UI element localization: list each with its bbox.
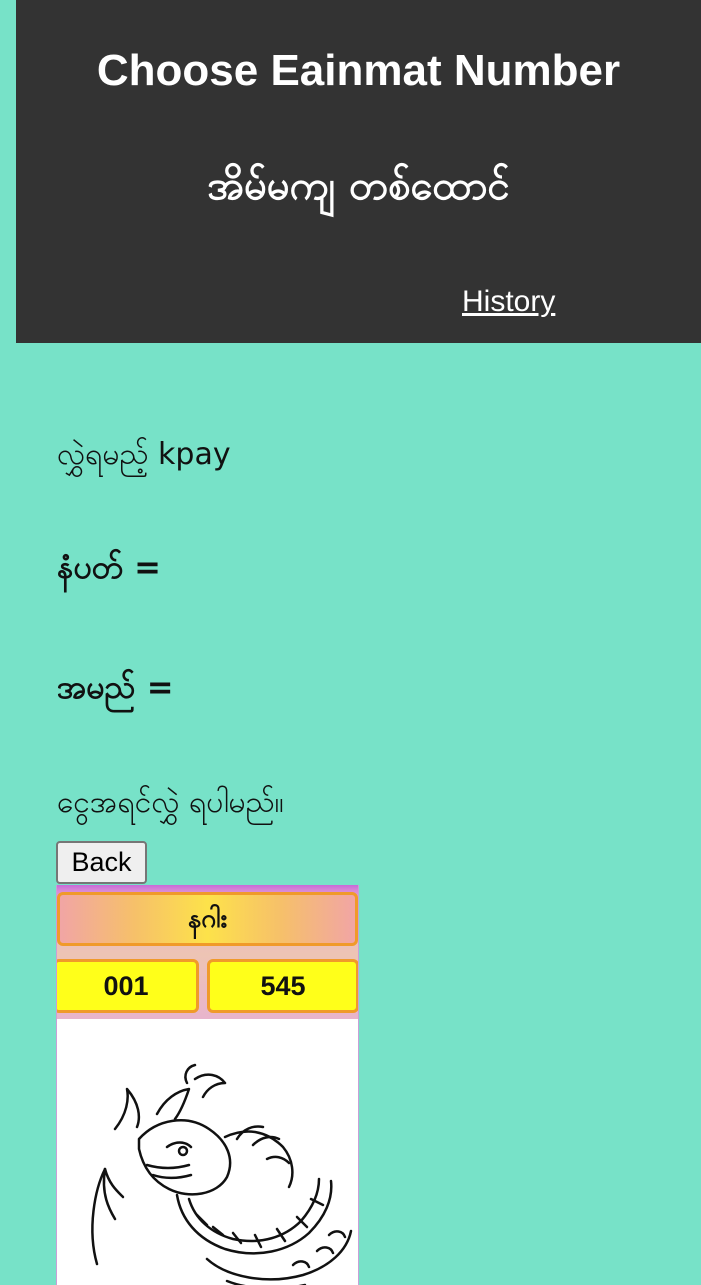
page-title: Choose Eainmat Number bbox=[96, 46, 621, 95]
back-button[interactable]: Back bbox=[56, 841, 147, 884]
page-subtitle: အိမ်မကျ တစ်ထောင် bbox=[207, 163, 510, 209]
name-label: အမည် = bbox=[57, 668, 174, 706]
header: Choose Eainmat Number အိမ်မကျ တစ်ထောင် H… bbox=[16, 0, 701, 343]
number-card[interactable]: နဂါး 001 545 bbox=[56, 885, 359, 1285]
card-title: နဂါး bbox=[57, 892, 358, 946]
number-right: 545 bbox=[207, 959, 358, 1013]
phone-label: နံပတ် = bbox=[57, 548, 161, 586]
number-left: 001 bbox=[57, 959, 199, 1013]
dragon-icon bbox=[91, 1063, 353, 1285]
transfer-note: ငွေအရင်လွှဲ ရပါမည်။ bbox=[57, 785, 284, 820]
dragon-image bbox=[57, 1019, 358, 1285]
transfer-text: လွှဲရမည့် kpay bbox=[57, 437, 231, 472]
history-link[interactable]: History bbox=[462, 285, 555, 319]
